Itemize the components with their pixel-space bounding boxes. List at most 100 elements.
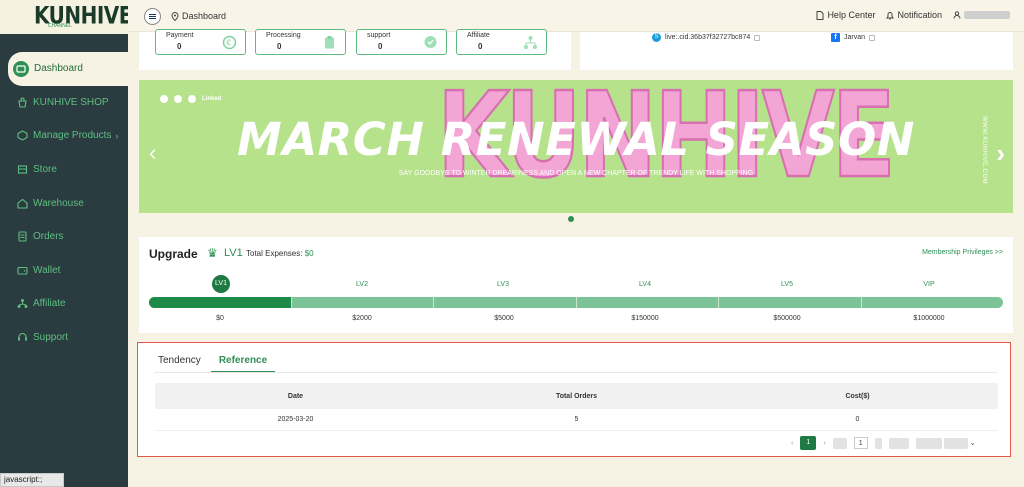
support-icon — [16, 332, 28, 344]
sidebar-item-label: Warehouse — [33, 197, 84, 209]
stat-value: 0 — [277, 42, 282, 51]
chevron-right-icon: › — [115, 130, 119, 141]
level-amount: $150000 — [631, 315, 659, 322]
table-row: 2025-03-20 5 0 — [155, 409, 998, 431]
tab-reference[interactable]: Reference — [210, 355, 276, 373]
sidebar-item-label: Support — [33, 332, 69, 344]
page-size-select[interactable]: ⌄ — [915, 437, 976, 449]
prev-page-icon[interactable]: ‹ — [791, 440, 793, 447]
expenses-label: Total Expenses: — [246, 249, 303, 258]
goto-label-redacted — [832, 437, 847, 449]
browser-status-bar: javascript:; — [0, 473, 64, 487]
banner-title: MARCH RENEWAL SEASON — [237, 113, 915, 166]
sidebar-item-affiliate[interactable]: Affiliate — [0, 287, 128, 321]
sidebar-nav: Dashboard KUNHIVE SHOP Manage Products ›… — [0, 52, 128, 354]
menu-toggle-button[interactable] — [144, 8, 161, 25]
skype-id: live:.cid.36b37f32727bc874 — [665, 34, 751, 41]
topbar-actions: Help Center Notification — [816, 10, 1010, 20]
stat-value: 0 — [478, 42, 483, 51]
logo-subtitle: CHANNEL — [48, 23, 72, 29]
affiliate-icon — [16, 298, 28, 310]
column-header-cost: Cost($) — [845, 392, 870, 400]
notification-label: Notification — [897, 10, 942, 20]
page-size-value-redacted — [915, 437, 942, 449]
sidebar-item-support[interactable]: Support — [0, 321, 128, 355]
progress-segment — [719, 297, 862, 308]
box-icon — [16, 130, 28, 142]
tab-bar: Tendency Reference — [158, 355, 276, 373]
tab-tendency[interactable]: Tendency — [158, 355, 201, 373]
page-current[interactable]: 1 — [800, 436, 817, 450]
banner-social-links: Linked — [160, 95, 221, 103]
level-label: LV5 — [781, 281, 793, 288]
expenses-value: $0 — [304, 249, 314, 258]
hamburger-icon — [149, 16, 156, 17]
breadcrumb: Dashboard — [171, 11, 226, 21]
sidebar-item-label: Dashboard — [34, 63, 83, 75]
carousel-next-icon[interactable]: › — [996, 138, 1005, 169]
shop-bag-icon — [16, 96, 28, 108]
tab-divider — [154, 372, 997, 373]
stat-value: 0 — [378, 42, 383, 51]
svg-text:€: € — [227, 39, 232, 48]
stat-processing[interactable]: Processing 0 — [255, 29, 346, 55]
sidebar-item-warehouse[interactable]: Warehouse — [0, 186, 128, 220]
upgrade-title: Upgrade — [149, 247, 198, 261]
copy-icon[interactable] — [754, 34, 761, 41]
column-header-total-orders: Total Orders — [555, 392, 598, 400]
stat-support[interactable]: support 0 — [356, 29, 447, 55]
table-header: Date Total Orders Cost($) — [155, 383, 998, 409]
progress-segment — [149, 297, 292, 308]
sidebar-item-label: KUNHIVE SHOP — [33, 96, 109, 108]
sidebar-item-dashboard[interactable]: Dashboard — [8, 52, 128, 86]
sidebar: KUNHIVE CHANNEL Dashboard KUNHIVE SHOP M… — [0, 0, 132, 487]
bell-icon — [886, 11, 895, 20]
carousel-indicator[interactable] — [568, 216, 574, 222]
sidebar-item-label: Orders — [33, 231, 64, 243]
stat-value: 0 — [177, 42, 182, 51]
skype-icon[interactable] — [160, 95, 168, 103]
next-page-icon[interactable]: › — [823, 440, 825, 447]
logo-area: KUNHIVE CHANNEL — [0, 0, 132, 34]
instagram-icon[interactable] — [188, 95, 196, 103]
sidebar-item-wallet[interactable]: Wallet — [0, 254, 128, 288]
linkedin-icon[interactable]: Linked — [202, 96, 221, 102]
copy-icon[interactable] — [869, 34, 876, 41]
sidebar-item-orders[interactable]: Orders — [0, 220, 128, 254]
warehouse-icon — [16, 197, 28, 209]
wallet-icon — [16, 264, 28, 276]
facebook-name: Jarvan — [844, 34, 866, 41]
level-label: LV4 — [639, 281, 651, 288]
sidebar-item-label: Store — [33, 164, 57, 176]
help-center-link[interactable]: Help Center — [816, 10, 875, 20]
orders-icon — [16, 231, 28, 243]
cell-total-orders: 5 — [574, 416, 579, 423]
user-menu[interactable] — [953, 11, 1010, 19]
sidebar-item-manage-products[interactable]: Manage Products › — [0, 119, 128, 153]
level-amount: $2000 — [352, 315, 372, 322]
stat-payment[interactable]: Payment 0 € — [155, 29, 246, 55]
sidebar-item-kunhive-shop[interactable]: KUNHIVE SHOP — [0, 86, 128, 120]
progress-segment — [292, 297, 434, 308]
column-header-date: Date — [287, 392, 304, 400]
facebook-contact: f Jarvan — [831, 33, 876, 42]
cell-date: 2025-03-20 — [277, 416, 314, 423]
skype-contact: S live:.cid.36b37f32727bc874 — [652, 33, 761, 42]
crown-icon: ♛ — [207, 246, 218, 260]
sidebar-item-label: Affiliate — [33, 298, 66, 310]
store-icon — [16, 164, 28, 176]
sidebar-item-store[interactable]: Store — [0, 153, 128, 187]
progress-segment — [434, 297, 577, 308]
level-label: LV3 — [497, 281, 509, 288]
notification-link[interactable]: Notification — [886, 10, 942, 20]
banner-side-url: WWW.KUNHIVE.COM — [981, 116, 987, 185]
goto-page-input[interactable]: 1 — [853, 437, 868, 449]
facebook-icon[interactable] — [174, 95, 182, 103]
carousel-prev-icon[interactable]: ‹ — [149, 140, 156, 166]
level-label: VIP — [923, 281, 935, 288]
membership-privileges-link[interactable]: Membership Privileges >> — [922, 249, 1003, 256]
level-marker-lv1: LV1 — [212, 275, 230, 293]
payment-icon: € — [222, 35, 237, 50]
promo-banner[interactable]: KUNHIVE Linked MARCH RENEWAL SEASON SAY … — [139, 80, 1013, 213]
stat-affiliate[interactable]: Affiliate 0 — [456, 29, 547, 55]
